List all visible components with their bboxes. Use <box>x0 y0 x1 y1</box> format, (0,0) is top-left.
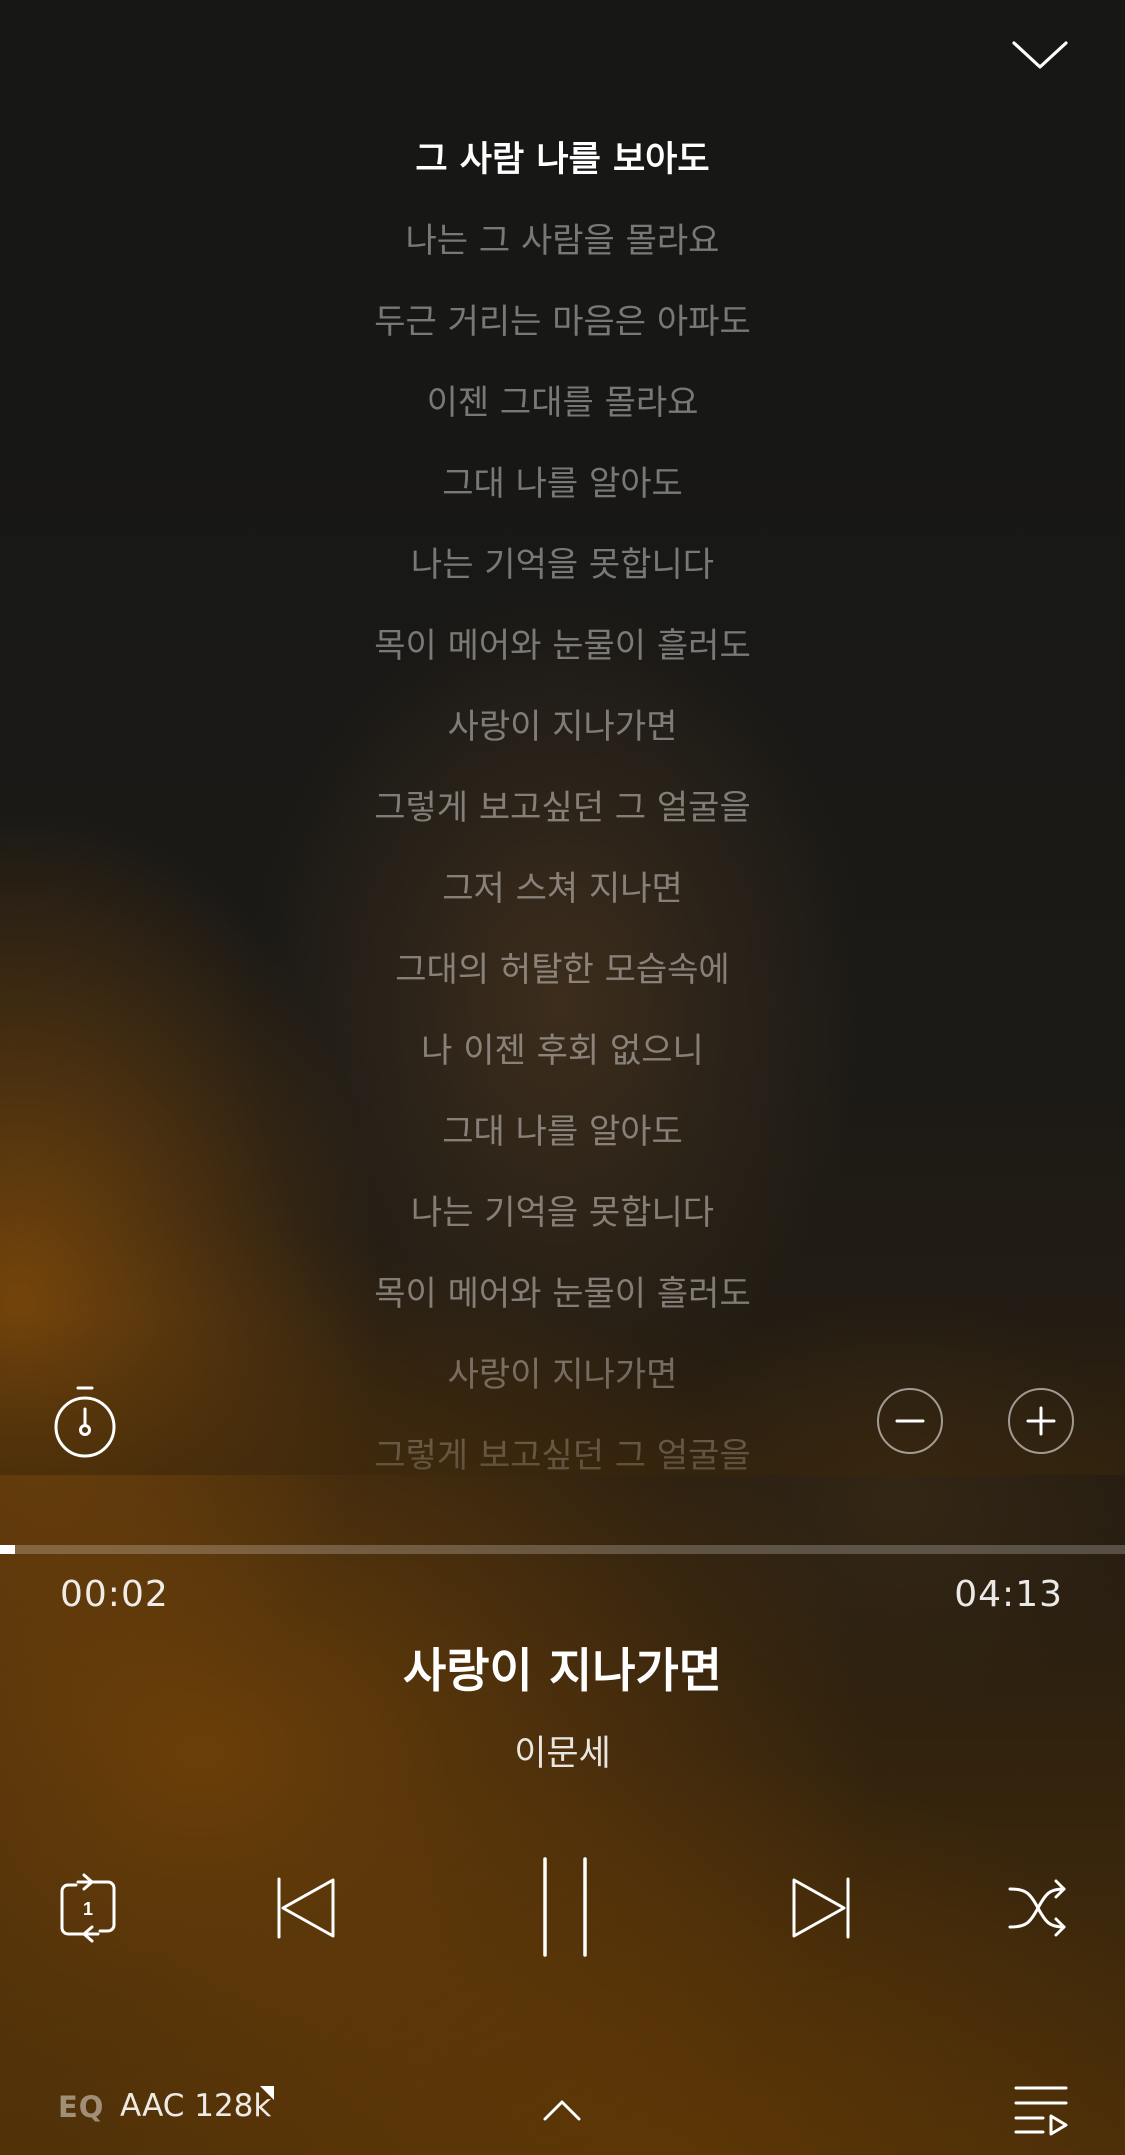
lyric-line[interactable]: 목이 메어와 눈물이 흘러도 <box>0 621 1125 671</box>
lyric-line[interactable]: 목이 메어와 눈물이 흘러도 <box>0 1269 1125 1319</box>
audio-quality-button[interactable]: AAC 128k <box>120 2088 271 2124</box>
lyric-line[interactable]: 그렇게 보고싶던 그 얼굴을 <box>0 1431 1125 1475</box>
playlist-button[interactable] <box>1010 2080 1072 2140</box>
lyrics-font-smaller-button[interactable] <box>877 1388 943 1454</box>
lyric-line[interactable]: 그대 나를 알아도 <box>0 1107 1125 1157</box>
lyric-line[interactable]: 그저 스쳐 지나면 <box>0 864 1125 914</box>
lyric-line[interactable]: 나는 기억을 못합니다 <box>0 540 1125 590</box>
next-track-button[interactable] <box>782 1868 862 1948</box>
pause-button[interactable] <box>520 1848 610 1966</box>
lyric-line[interactable]: 나는 기억을 못합니다 <box>0 1188 1125 1238</box>
lyric-line[interactable]: 그대의 허탈한 모습속에 <box>0 945 1125 995</box>
repeat-one-icon: 1 <box>60 1873 116 1943</box>
lyric-line[interactable]: 사랑이 지나가면 <box>0 702 1125 752</box>
playback-progress-fill <box>0 1545 15 1554</box>
lyric-line-current[interactable]: 그 사람 나를 보아도 <box>0 135 1125 185</box>
pause-icon <box>543 1857 587 1957</box>
shuffle-button[interactable] <box>998 1868 1078 1948</box>
lyrics-panel[interactable]: 그 사람 나를 보아도나는 그 사람을 몰라요두근 거리는 마음은 아파도이젠 … <box>0 125 1125 1475</box>
repeat-button[interactable]: 1 <box>48 1868 128 1948</box>
minus-icon <box>895 1419 925 1423</box>
lyric-line[interactable]: 그렇게 보고싶던 그 얼굴을 <box>0 783 1125 833</box>
expand-player-button[interactable] <box>532 2090 592 2130</box>
shuffle-icon <box>1008 1879 1066 1937</box>
elapsed-time: 00:02 <box>60 1574 169 1615</box>
lyric-line[interactable]: 사랑이 지나가면 <box>0 1350 1125 1400</box>
song-title: 사랑이 지나가면 <box>402 1644 723 1699</box>
chevron-up-icon <box>543 2100 581 2121</box>
artist-name[interactable]: 이문세 <box>0 1725 1125 1776</box>
lyric-line[interactable]: 이젠 그대를 몰라요 <box>0 378 1125 428</box>
sleep-timer-icon <box>54 1386 116 1458</box>
lyric-line[interactable]: 나는 그 사람을 몰라요 <box>0 216 1125 266</box>
lyric-line[interactable]: 그대 나를 알아도 <box>0 459 1125 509</box>
plus-icon <box>1026 1406 1056 1436</box>
repeat-mode-badge: 1 <box>83 1899 93 1919</box>
lyrics-font-larger-button[interactable] <box>1008 1388 1074 1454</box>
chevron-down-icon <box>1012 41 1068 69</box>
total-time: 04:13 <box>954 1574 1063 1615</box>
playback-progress-bar[interactable] <box>0 1545 1125 1554</box>
previous-track-button[interactable] <box>265 1868 345 1948</box>
previous-track-icon <box>277 1877 335 1939</box>
collapse-player-button[interactable] <box>1000 30 1080 80</box>
eq-button[interactable]: EQ <box>58 2090 104 2124</box>
next-track-icon <box>792 1877 850 1939</box>
lyric-line[interactable]: 두근 거리는 마음은 아파도 <box>0 297 1125 347</box>
sleep-timer-button[interactable] <box>52 1385 118 1461</box>
playlist-icon <box>1014 2086 1068 2136</box>
quality-dropdown-corner-icon <box>260 2086 274 2100</box>
lyric-line[interactable]: 나 이젠 후회 없으니 <box>0 1026 1125 1076</box>
